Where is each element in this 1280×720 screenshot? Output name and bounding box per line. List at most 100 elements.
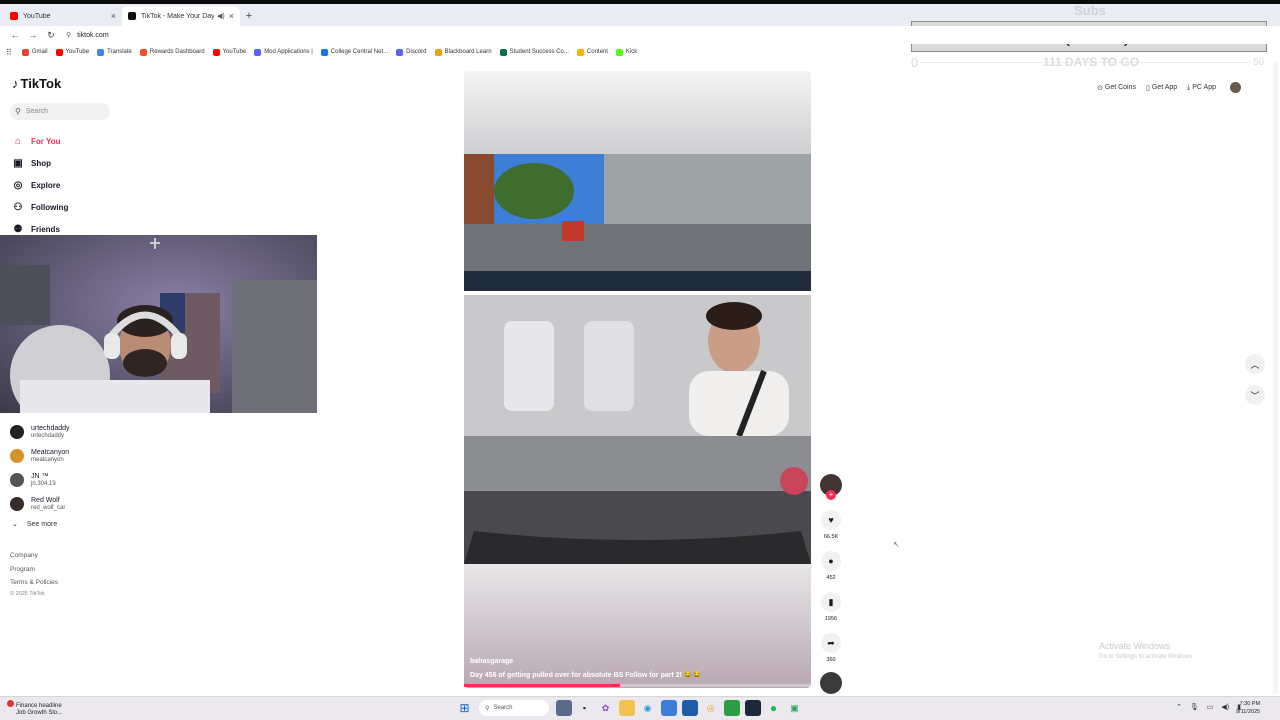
taskbar-apps: ⊞ ⚲ Search ▪ ✿ ◉ ◎ ● ▣ [454, 700, 805, 716]
sidebar-item-for-you[interactable]: ⌂ For You [11, 130, 68, 152]
bookmark-label: Student Success Co... [509, 49, 569, 55]
music-disc-icon[interactable] [820, 672, 842, 694]
bookmarks-bar: ⠿ Gmail YouTube Translate Rewards Dashbo… [0, 45, 1280, 59]
video-progress-bar[interactable] [464, 684, 811, 687]
tab-label: YouTube [23, 12, 51, 20]
discord-icon [396, 48, 404, 56]
page-scrollbar[interactable] [1273, 62, 1278, 694]
bookmark-blackboard[interactable]: Blackboard Learn [434, 48, 492, 56]
youtube-icon [10, 12, 18, 20]
forward-icon[interactable]: → [24, 30, 42, 40]
bookmark-student-success[interactable]: Student Success Co... [499, 48, 569, 56]
bookmark-label: Rewards Dashboard [149, 49, 205, 55]
sidebar-item-shop[interactable]: ▣ Shop [11, 152, 68, 174]
microphone-icon[interactable]: 🎙 [1190, 703, 1199, 711]
previous-video-button[interactable]: ︿ [1245, 354, 1265, 374]
webcam-image [0, 235, 317, 413]
comment-action[interactable]: ● 452 [818, 551, 844, 582]
creator-avatar[interactable]: + [820, 474, 842, 500]
windows-start-icon[interactable]: ⊞ [457, 700, 473, 716]
bookmark-label: Translate [107, 49, 132, 55]
share-action[interactable]: ➦ 360 [818, 633, 844, 664]
edge-icon[interactable]: ◉ [640, 700, 656, 716]
footer-link-company[interactable]: Company [10, 552, 58, 566]
bookmark-discord[interactable]: Discord [396, 48, 427, 56]
list-item[interactable]: JN ™ jn.304.19 [10, 468, 70, 492]
speaker-icon[interactable]: ◀) [217, 12, 225, 20]
video-author[interactable]: bahasgarage [470, 658, 513, 665]
back-icon[interactable]: ← [6, 30, 24, 40]
list-item[interactable]: urtechdaddy urtechdaddy [10, 420, 70, 444]
mail-icon[interactable] [681, 700, 698, 716]
bookmark-rewards[interactable]: Rewards Dashboard [139, 48, 205, 56]
student-success-icon [499, 48, 507, 56]
store-icon[interactable] [660, 700, 677, 716]
close-icon[interactable]: × [111, 11, 116, 21]
tab-youtube[interactable]: YouTube × [4, 6, 122, 26]
tray-chevron-icon[interactable]: ⌃ [1176, 703, 1182, 711]
chrome-icon[interactable]: ◎ [703, 700, 719, 716]
sidebar-item-explore[interactable]: ◎ Explore [11, 174, 68, 196]
like-action[interactable]: ♥ 66.5K [818, 510, 844, 541]
get-coins-link[interactable]: ⊙ Get Coins [1097, 84, 1136, 92]
explore-icon: ◎ [13, 179, 23, 191]
discord-icon [254, 48, 262, 56]
new-tab-button[interactable]: + [240, 6, 258, 26]
subs-overlay-title: Subs [1074, 3, 1106, 18]
taskbar-search-input[interactable]: ⚲ Search [479, 700, 549, 716]
network-icon[interactable]: ▭ [1207, 703, 1214, 711]
bookmark-mod-applications[interactable]: Mod Applications | [254, 48, 313, 56]
taskbar-clock[interactable]: 7:30 PM 9/11/2025 [1236, 700, 1260, 716]
close-icon[interactable]: × [229, 11, 234, 21]
bookmark-college-central[interactable]: College Central Net... [320, 48, 389, 56]
notification-badge [7, 700, 14, 707]
mouse-cursor: ↖ [893, 540, 900, 549]
chevron-up-icon: ︿ [1250, 359, 1260, 370]
xbox-icon[interactable] [723, 700, 740, 716]
app-icon[interactable]: ▣ [787, 700, 803, 716]
activate-windows-title: Activate Windows [1099, 641, 1171, 651]
steam-icon[interactable] [744, 700, 761, 716]
file-explorer-icon[interactable] [618, 700, 635, 716]
task-view-icon[interactable] [555, 700, 572, 716]
list-item[interactable]: Red Wolf red_wolf_car [10, 492, 70, 516]
spotify-icon[interactable]: ● [766, 700, 782, 716]
sidebar-item-label: Following [31, 202, 69, 212]
bookmark-content[interactable]: Content [576, 48, 608, 56]
comment-icon[interactable]: ● [821, 551, 841, 571]
tiktok-logo[interactable]: ♪ TikTok [12, 76, 61, 91]
follow-plus-icon[interactable]: + [826, 490, 836, 500]
get-app-link[interactable]: ▯ Get App [1146, 84, 1177, 92]
volume-icon[interactable]: ◀) [1221, 703, 1229, 711]
footer-link-program[interactable]: Program [10, 566, 58, 580]
bookmark-youtube-2[interactable]: YouTube [212, 48, 246, 56]
bookmark-icon[interactable]: ▮ [821, 592, 841, 612]
next-video-button[interactable]: ﹀ [1245, 385, 1265, 405]
share-icon[interactable]: ➦ [821, 633, 841, 653]
bookmark-youtube[interactable]: YouTube [55, 48, 89, 56]
copilot-icon[interactable]: ✿ [598, 700, 614, 716]
pc-app-link[interactable]: ⤓ PC App [1187, 84, 1216, 92]
list-item[interactable]: Meatcanyon meatcanyon [10, 444, 70, 468]
site-info-icon[interactable]: ⚲ [66, 31, 71, 39]
bookmark-kick[interactable]: Kick [615, 48, 637, 56]
save-action[interactable]: ▮ 1956 [818, 592, 844, 623]
heart-icon[interactable]: ♥ [821, 510, 841, 530]
rewards-icon [139, 48, 147, 56]
chevron-down-icon: ⌄ [12, 521, 18, 528]
url-field[interactable]: tiktok.com [77, 32, 109, 39]
news-widget[interactable]: Finance headline Job Growth Slo... [7, 700, 62, 717]
tab-tiktok[interactable]: TikTok - Make Your Day ◀) × [122, 6, 240, 26]
reload-icon[interactable]: ↻ [42, 30, 60, 41]
kick-icon [615, 48, 623, 56]
video-player[interactable] [464, 71, 811, 688]
widgets-icon[interactable]: ▪ [577, 700, 593, 716]
sidebar-item-following[interactable]: ⚇ Following [11, 196, 69, 218]
apps-grid-icon[interactable]: ⠿ [6, 48, 12, 57]
see-more-button[interactable]: ⌄ See more [12, 520, 57, 529]
bookmark-label: College Central Net... [330, 49, 389, 55]
search-input[interactable]: ⚲ Search [10, 103, 110, 120]
bookmark-gmail[interactable]: Gmail [21, 48, 48, 56]
profile-avatar[interactable] [1230, 82, 1242, 93]
bookmark-translate[interactable]: Translate [97, 48, 132, 56]
